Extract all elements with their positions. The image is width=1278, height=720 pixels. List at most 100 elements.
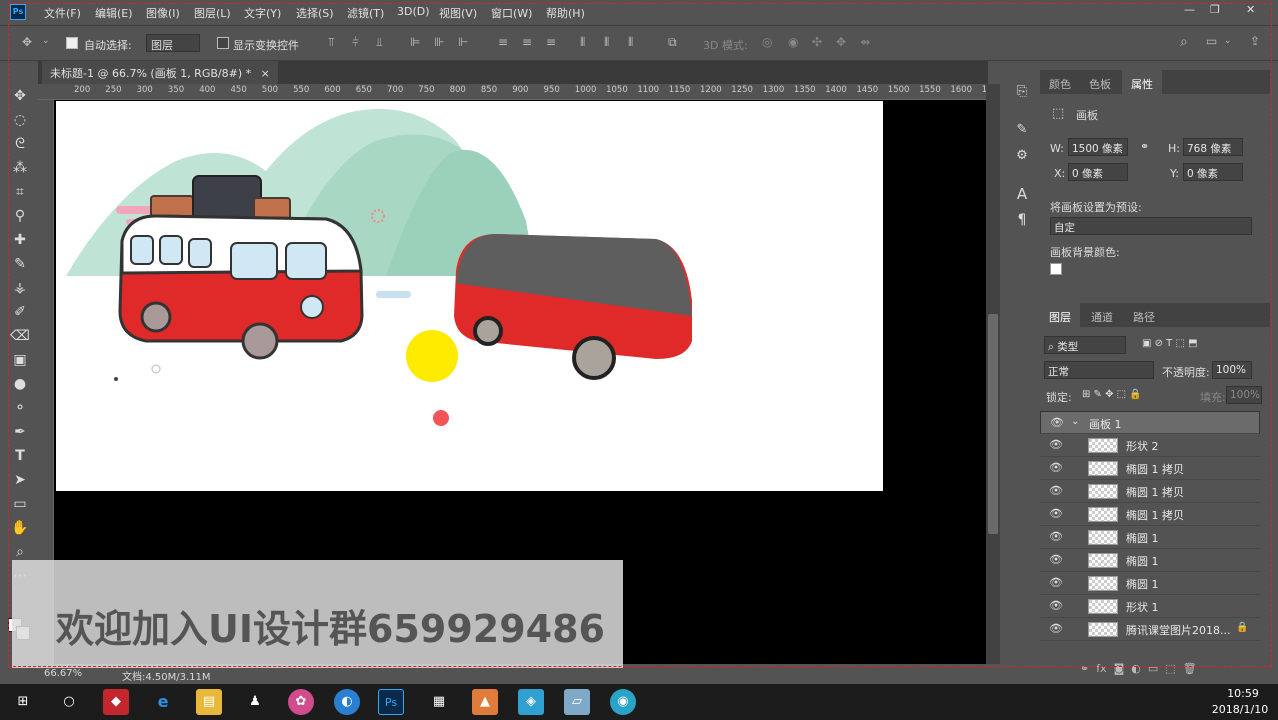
brush-settings-panel-icon[interactable]: ✎: [1012, 120, 1032, 140]
zoom-level[interactable]: 66.67%: [44, 668, 82, 679]
eyedropper-tool-icon[interactable]: ⚲: [10, 206, 30, 226]
layers-footer-icons[interactable]: ⚭ fx ◙ ◐ ▭ ⬚ 🗑: [1080, 662, 1260, 680]
eye-icon[interactable]: 👁: [1049, 530, 1063, 543]
blur-tool-icon[interactable]: ●: [10, 374, 30, 394]
bg-color-swatch[interactable]: [1050, 263, 1062, 275]
layer-row[interactable]: 👁 形状 1: [1040, 595, 1260, 618]
opacity-field[interactable]: 100%: [1212, 361, 1252, 379]
3d-scale-icon[interactable]: ⇴: [860, 35, 870, 49]
menu-help[interactable]: 帮助(H): [546, 5, 585, 21]
align-right-icon[interactable]: ⊩: [458, 35, 468, 49]
close-button[interactable]: ✕: [1246, 3, 1255, 16]
clock-date[interactable]: 2018/1/10: [1210, 703, 1270, 716]
tab-channels[interactable]: 通道: [1082, 303, 1122, 327]
blend-mode-dropdown[interactable]: 正常: [1044, 361, 1154, 379]
layer-row[interactable]: 👁 腾讯课堂图片2018... 🔒: [1040, 618, 1260, 641]
eye-icon[interactable]: 👁: [1049, 622, 1063, 635]
crop-tool-icon[interactable]: ⌗: [10, 182, 30, 202]
magic-wand-tool-icon[interactable]: ⁂: [10, 158, 30, 178]
tencent-classroom-icon[interactable]: ◉: [610, 689, 636, 715]
eye-icon[interactable]: 👁: [1049, 553, 1063, 566]
paragraph-panel-icon[interactable]: ¶: [1012, 210, 1032, 230]
distribute-hcenter-icon[interactable]: ⦀: [604, 35, 609, 50]
clock-time[interactable]: 10:59: [1216, 687, 1270, 700]
hand-tool-icon[interactable]: ✋: [10, 518, 30, 538]
history-panel-icon[interactable]: ⎘: [1012, 82, 1032, 102]
pen-tool-icon[interactable]: ✒: [10, 422, 30, 442]
layer-row[interactable]: 👁 椭圆 1: [1040, 572, 1260, 595]
lock-icons[interactable]: ⊞ ✎ ✥ ⬚ 🔒: [1082, 389, 1142, 400]
align-left-icon[interactable]: ⊫: [410, 35, 420, 49]
layer-row[interactable]: 👁 形状 2: [1040, 434, 1260, 457]
restore-button[interactable]: ❐: [1210, 3, 1220, 16]
align-hcenter-icon[interactable]: ⊪: [434, 35, 444, 49]
eye-icon[interactable]: 👁: [1049, 461, 1063, 474]
move-tool-icon[interactable]: ✥: [10, 86, 30, 106]
layer-row[interactable]: 👁 椭圆 1 拷贝: [1040, 457, 1260, 480]
workspace-chevron-icon[interactable]: ⌄: [1224, 36, 1232, 46]
vertical-scrollbar[interactable]: [986, 84, 1000, 664]
menu-select[interactable]: 选择(S): [296, 5, 334, 21]
menu-file[interactable]: 文件(F): [44, 5, 81, 21]
edge-browser-icon[interactable]: e: [150, 689, 176, 715]
chevron-down-icon[interactable]: ⌄: [42, 36, 50, 46]
tab-layers[interactable]: 图层: [1040, 303, 1080, 327]
calculator-icon[interactable]: ▦: [426, 689, 452, 715]
auto-align-icon[interactable]: ⧉: [668, 35, 677, 50]
layer-row[interactable]: 👁 椭圆 1 拷贝: [1040, 480, 1260, 503]
menu-window[interactable]: 窗口(W): [491, 5, 532, 21]
filter-icons[interactable]: ▣ ⊘ T ⬚ ⬒: [1142, 338, 1198, 349]
document-tab-close-icon[interactable]: ×: [261, 67, 270, 80]
3d-slide-icon[interactable]: ✥: [836, 35, 846, 49]
window-app-icon[interactable]: ▱: [564, 689, 590, 715]
stamp-tool-icon[interactable]: ⚶: [10, 278, 30, 298]
windows-start-icon[interactable]: ⊞: [10, 689, 36, 715]
move-tool-icon[interactable]: ✥: [22, 35, 32, 49]
app-icon[interactable]: ◆: [103, 689, 129, 715]
history-brush-tool-icon[interactable]: ✐: [10, 302, 30, 322]
menu-image[interactable]: 图像(I): [146, 5, 180, 21]
lasso-tool-icon[interactable]: ᘓ: [10, 134, 30, 154]
align-vcenter-icon[interactable]: ⫩: [352, 35, 359, 50]
dodge-tool-icon[interactable]: ⚬: [10, 398, 30, 418]
adjustments-panel-icon[interactable]: ⚙: [1012, 146, 1032, 166]
share-icon[interactable]: ⇪: [1250, 34, 1260, 48]
photoshop-taskbar-icon[interactable]: Ps: [378, 689, 404, 715]
layer-row[interactable]: 👁 椭圆 1: [1040, 549, 1260, 572]
color-app-icon[interactable]: ✿: [288, 689, 314, 715]
eye-icon[interactable]: 👁: [1049, 599, 1063, 612]
layer-group-row[interactable]: 👁 ⌄ 画板 1: [1040, 411, 1260, 434]
distribute-right-icon[interactable]: ⦀: [628, 35, 633, 50]
menu-edit[interactable]: 编辑(E): [95, 5, 133, 21]
document-size[interactable]: 文档:4.50M/3.11M: [122, 668, 211, 683]
layer-row[interactable]: 👁 椭圆 1 拷贝: [1040, 503, 1260, 526]
browser-app-icon[interactable]: ◐: [334, 689, 360, 715]
distribute-left-icon[interactable]: ⦀: [580, 35, 585, 50]
3d-roll-icon[interactable]: ◉: [788, 35, 798, 49]
chevron-down-icon[interactable]: ⌄: [1071, 416, 1079, 427]
path-selection-tool-icon[interactable]: ➤: [10, 470, 30, 490]
eye-icon[interactable]: 👁: [1050, 416, 1064, 429]
file-explorer-icon[interactable]: ▤: [196, 689, 222, 715]
align-bottom-icon[interactable]: ⫫: [376, 35, 383, 50]
artboard[interactable]: [56, 101, 883, 491]
cortana-search-icon[interactable]: ○: [56, 689, 82, 715]
menu-3d[interactable]: 3D(D): [397, 5, 430, 18]
scroll-thumb[interactable]: [988, 314, 998, 534]
type-tool-icon[interactable]: T: [10, 446, 30, 466]
height-field[interactable]: 768 像素: [1183, 138, 1243, 156]
character-panel-icon[interactable]: A: [1012, 184, 1032, 204]
distribute-top-icon[interactable]: ≡: [498, 35, 508, 49]
eye-icon[interactable]: 👁: [1049, 438, 1063, 451]
search-icon[interactable]: ⌕: [1180, 34, 1188, 50]
preset-dropdown[interactable]: 自定: [1050, 217, 1252, 235]
3d-orbit-icon[interactable]: ◎: [762, 35, 772, 49]
gradient-tool-icon[interactable]: ▣: [10, 350, 30, 370]
minimize-button[interactable]: —: [1184, 3, 1195, 16]
fill-field[interactable]: 100%: [1226, 386, 1262, 404]
rectangle-tool-icon[interactable]: ▭: [10, 494, 30, 514]
3d-pan-icon[interactable]: ✣: [812, 35, 822, 49]
tab-swatches[interactable]: 色板: [1080, 70, 1120, 94]
cube-app-icon[interactable]: ◈: [518, 689, 544, 715]
image-app-icon[interactable]: ▲: [472, 689, 498, 715]
